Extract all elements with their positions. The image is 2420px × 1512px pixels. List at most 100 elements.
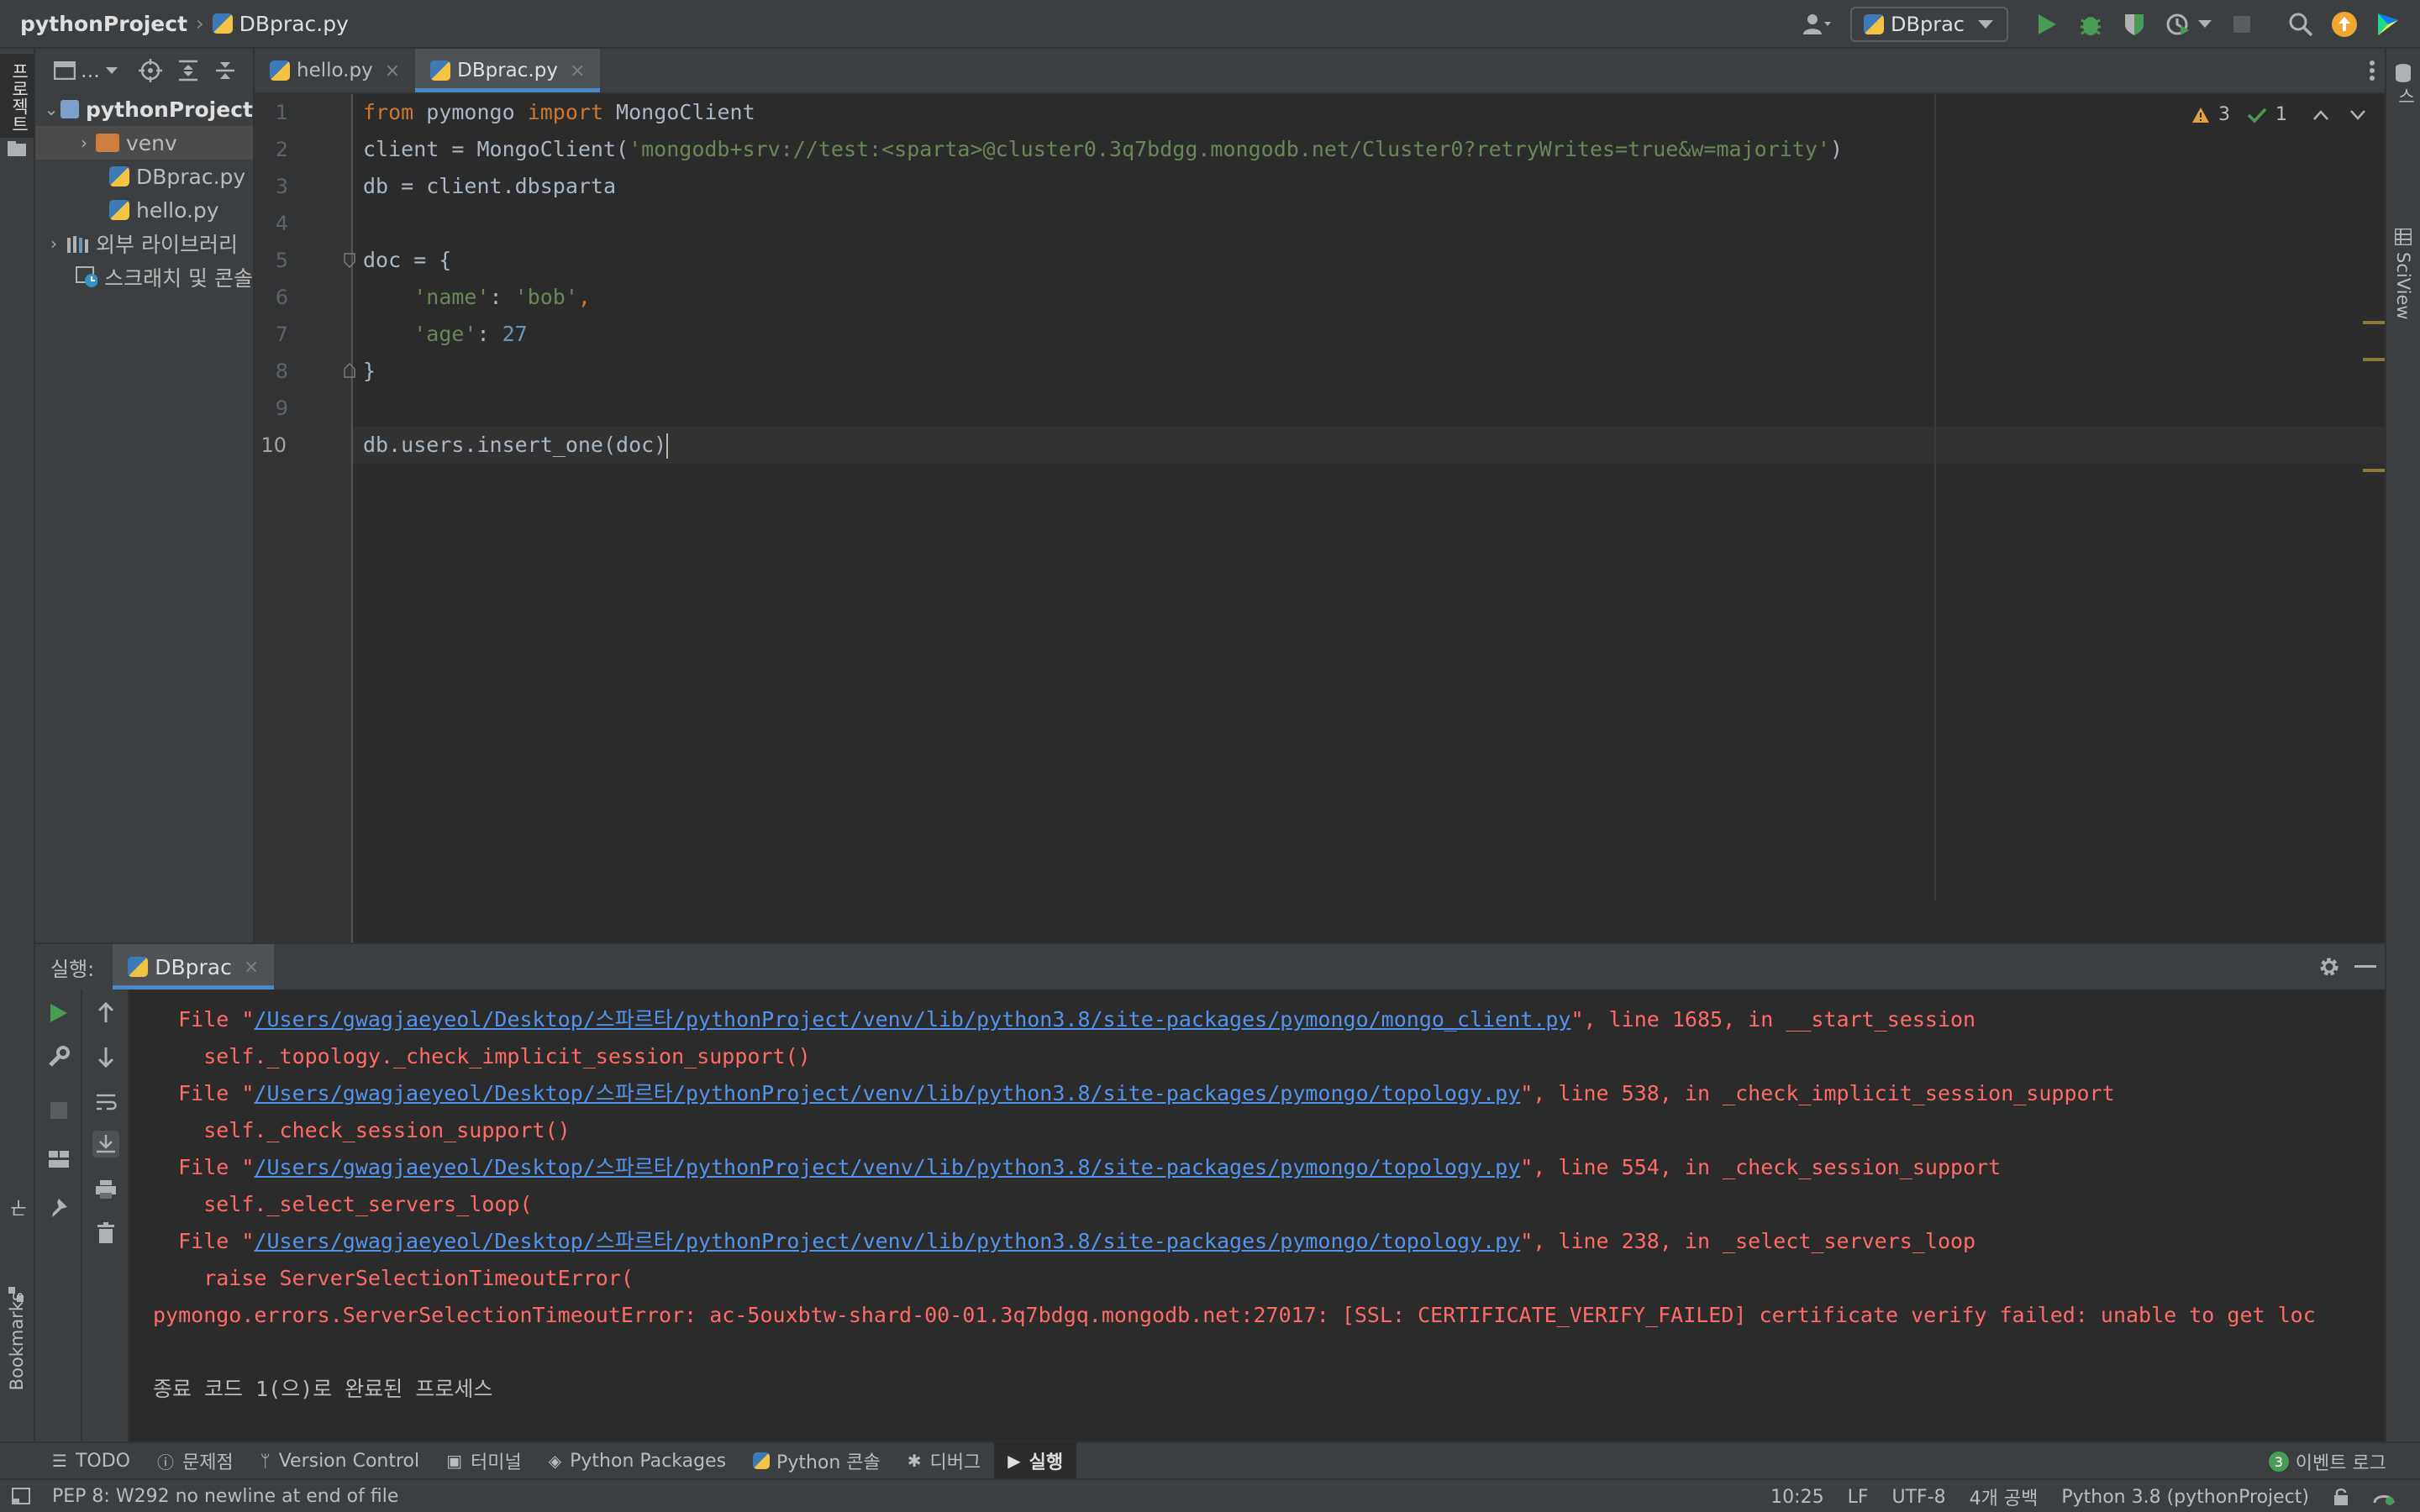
stop-icon[interactable]	[2225, 8, 2259, 41]
run-tab-label: DBprac	[155, 954, 232, 979]
arrow-down-icon[interactable]	[92, 1043, 119, 1070]
profile-icon[interactable]	[2161, 8, 2195, 41]
pin-icon[interactable]	[45, 1194, 72, 1221]
warning-stripe-mark[interactable]	[2363, 321, 2385, 324]
gear-icon[interactable]	[2317, 955, 2341, 979]
warning-stripe-mark[interactable]	[2363, 358, 2385, 361]
chevron-up-icon[interactable]	[2312, 109, 2329, 121]
text-cursor	[666, 433, 669, 459]
tab-hello-py[interactable]: hello.py ×	[255, 49, 415, 92]
tool-window-terminal[interactable]: ▣ 터미널	[433, 1442, 535, 1479]
layers-icon: ◈	[548, 1451, 562, 1471]
soft-wrap-icon[interactable]	[92, 1089, 119, 1116]
chevron-down-icon[interactable]	[2195, 8, 2215, 41]
console-file-link[interactable]: /Users/gwagjaeyeol/Desktop/스파르타/pythonPr…	[254, 1229, 1520, 1253]
tool-window-version-control[interactable]: ᛘ Version Control	[247, 1442, 433, 1479]
list-icon: ☰	[52, 1451, 67, 1471]
wrench-icon[interactable]	[45, 1043, 72, 1070]
event-log-button[interactable]: 3 이벤트 로그	[2268, 1443, 2386, 1480]
close-icon[interactable]: ×	[385, 60, 400, 81]
breadcrumb-project[interactable]: pythonProject	[20, 12, 187, 36]
chevron-right-icon[interactable]: ›	[72, 133, 96, 153]
fold-icon[interactable]	[344, 363, 355, 378]
project-view-selector[interactable]: ...	[54, 59, 118, 82]
tool-window-label: 실행	[1028, 1452, 1064, 1473]
tool-window-python-console[interactable]: Python 콘솔	[739, 1442, 894, 1479]
tree-item-scratches[interactable]: 스크래치 및 콘솔	[35, 260, 253, 294]
tree-item-label: hello.py	[136, 197, 219, 223]
search-icon[interactable]	[2284, 8, 2317, 41]
tree-item-hello[interactable]: hello.py	[35, 193, 253, 227]
tool-window-debug[interactable]: ✱ 디버그	[894, 1442, 995, 1479]
expand-all-icon[interactable]	[177, 60, 199, 81]
tab-label: DBprac.py	[457, 60, 558, 81]
user-icon[interactable]	[1800, 8, 1833, 41]
layout-icon[interactable]	[45, 1146, 72, 1173]
python-interpreter[interactable]: Python 3.8 (pythonProject)	[2061, 1487, 2309, 1508]
debug-icon[interactable]	[2074, 8, 2107, 41]
lock-icon[interactable]	[2333, 1488, 2349, 1506]
breadcrumb-separator: ›	[196, 12, 204, 35]
fold-icon[interactable]	[344, 253, 355, 268]
console-line: self._check_session_support()	[153, 1118, 571, 1142]
line-number: 5	[275, 249, 288, 272]
tool-window-todo[interactable]: ☰ TODO	[39, 1442, 144, 1479]
toggle-tool-windows-icon[interactable]	[12, 1488, 30, 1504]
tree-item-label: DBprac.py	[136, 164, 246, 189]
tool-window-run[interactable]: ▶ 실행	[994, 1442, 1077, 1479]
stop-icon[interactable]	[45, 1097, 72, 1124]
tool-window-label: TODO	[75, 1450, 130, 1472]
console-output[interactable]: ‾ ‾ ‾ ‾ ‾ ‾ File "/Users/gwagjaeyeol/Des…	[129, 990, 2385, 1441]
tool-window-python-packages[interactable]: ◈ Python Packages	[535, 1442, 739, 1479]
tree-item-dbprac[interactable]: DBprac.py	[35, 160, 253, 193]
tool-window-label: Version Control	[278, 1450, 420, 1472]
inspection-widget[interactable]: 3 1	[2191, 104, 2366, 125]
python-file-icon	[109, 166, 129, 186]
close-icon[interactable]: ×	[570, 60, 585, 81]
run-icon[interactable]	[2030, 8, 2064, 41]
jetbrains-logo-icon[interactable]	[2371, 8, 2405, 41]
line-separator[interactable]: LF	[1848, 1487, 1869, 1508]
locate-icon[interactable]	[138, 59, 162, 82]
more-icon[interactable]	[2368, 59, 2376, 87]
breadcrumb-file[interactable]: DBprac.py	[239, 12, 349, 36]
console-file-link[interactable]: /Users/gwagjaeyeol/Desktop/스파르타/pythonPr…	[254, 1081, 1520, 1105]
scratch-icon	[76, 266, 98, 287]
coverage-icon[interactable]	[2118, 8, 2151, 41]
tool-window-problems[interactable]: ⓘ 문제점	[144, 1442, 247, 1479]
tree-item-project-root[interactable]: ⌄ pythonProject	[35, 92, 253, 126]
project-tool-label: 프로젝트	[9, 62, 29, 133]
trash-icon[interactable]	[92, 1220, 119, 1247]
run-tab-dbprac[interactable]: DBprac ×	[113, 944, 275, 990]
code-line-8: }	[363, 359, 376, 383]
code-line-5: doc = {	[363, 248, 452, 272]
run-toolbar-primary	[35, 990, 82, 1443]
run-configuration-select[interactable]: DBprac	[1850, 7, 2008, 42]
chevron-down-icon[interactable]	[2349, 109, 2366, 121]
caret-position[interactable]: 10:25	[1770, 1487, 1823, 1508]
rerun-icon[interactable]	[45, 1000, 72, 1026]
print-icon[interactable]	[92, 1176, 119, 1203]
warning-stripe-mark[interactable]	[2363, 469, 2385, 472]
line-number: 4	[275, 212, 288, 235]
arrow-up-icon[interactable]	[92, 1000, 119, 1026]
table-icon	[2395, 228, 2412, 245]
close-icon[interactable]: ×	[244, 957, 259, 978]
tree-item-external-libraries[interactable]: › 외부 라이브러리	[35, 227, 253, 260]
tab-dbprac-py[interactable]: DBprac.py ×	[415, 49, 601, 92]
update-icon[interactable]	[2328, 8, 2361, 41]
chevron-right-icon[interactable]: ›	[42, 234, 66, 254]
collapse-all-icon[interactable]	[214, 60, 236, 81]
chevron-down-icon[interactable]: ⌄	[42, 99, 60, 119]
project-tool-button[interactable]: 프로젝트	[0, 54, 34, 156]
memory-indicator-icon[interactable]	[2373, 1488, 2395, 1506]
indent-setting[interactable]: 4개 공백	[1970, 1483, 2039, 1510]
tree-item-venv[interactable]: › venv	[35, 126, 253, 160]
project-tree: ⌄ pythonProject › venv DBprac.py hello.p…	[35, 92, 253, 294]
code-editor[interactable]: 1 2 3 4 5 6 7 8 9 10 from pymongo import…	[255, 94, 2385, 942]
console-file-link[interactable]: /Users/gwagjaeyeol/Desktop/스파르타/pythonPr…	[254, 1007, 1570, 1032]
file-encoding[interactable]: UTF-8	[1892, 1487, 1946, 1508]
minimize-icon[interactable]	[2354, 965, 2376, 969]
console-file-link[interactable]: /Users/gwagjaeyeol/Desktop/스파르타/pythonPr…	[254, 1155, 1520, 1179]
scroll-to-end-icon[interactable]	[92, 1131, 119, 1158]
